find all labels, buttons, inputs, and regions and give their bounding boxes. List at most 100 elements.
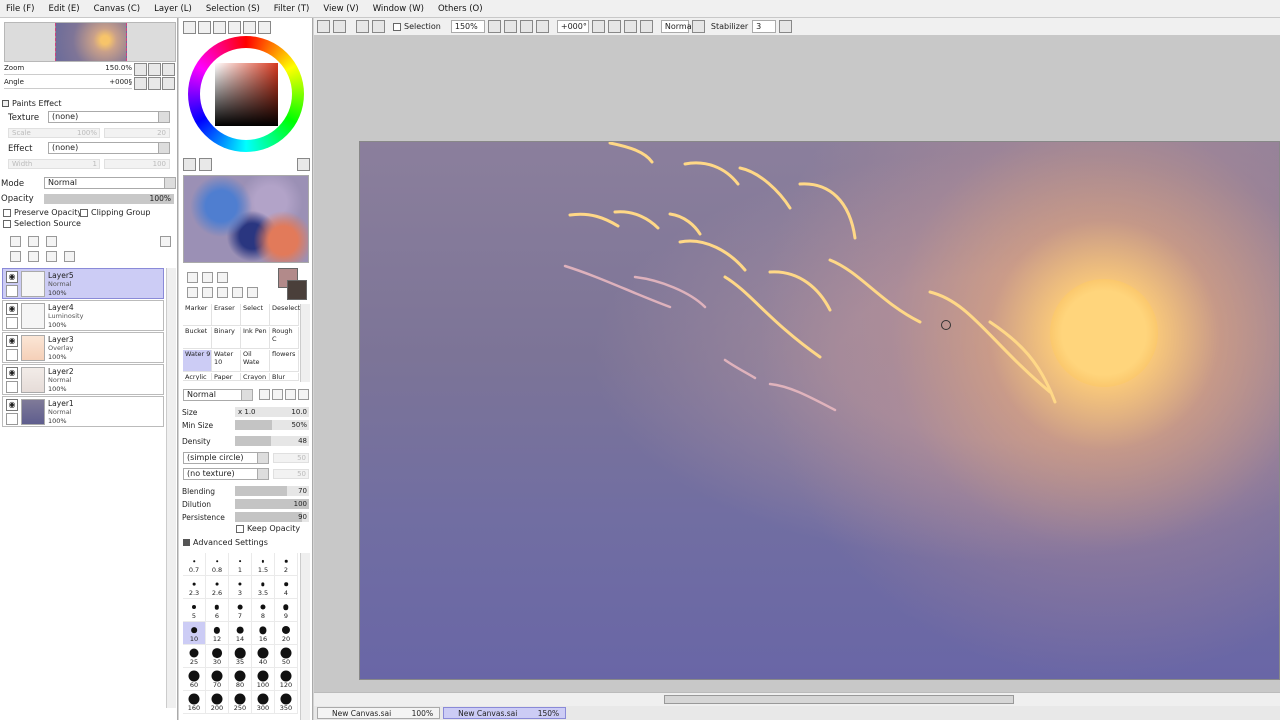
- brush-size-cell[interactable]: 1.5: [252, 553, 275, 576]
- brush-size-cell[interactable]: 20: [275, 622, 298, 645]
- lasso-icon[interactable]: [202, 272, 213, 283]
- menu-window[interactable]: Window (W): [373, 4, 424, 14]
- brush-size-cell[interactable]: 30: [206, 645, 229, 668]
- brush-size-cell[interactable]: 3.5: [252, 576, 275, 599]
- layer-row-1[interactable]: ◉ Layer1 Normal 100%: [2, 396, 164, 427]
- layer-options-icon[interactable]: [160, 236, 171, 247]
- brush-size-cell[interactable]: 35: [229, 645, 252, 668]
- lock-icon[interactable]: [6, 381, 18, 393]
- lock-icon[interactable]: [6, 317, 18, 329]
- lock-icon[interactable]: [6, 349, 18, 361]
- eye-icon[interactable]: ◉: [6, 335, 18, 347]
- menu-others[interactable]: Others (O): [438, 4, 483, 14]
- brush-size-cell[interactable]: 14: [229, 622, 252, 645]
- blend-dropdown-icon[interactable]: [691, 20, 705, 33]
- tab-new-canvas-2[interactable]: New Canvas.sai 150%: [443, 707, 567, 719]
- brush-size-cell[interactable]: 25: [183, 645, 206, 668]
- brush-oil-water[interactable]: Oil Wate: [241, 350, 270, 372]
- tab-new-canvas-1[interactable]: New Canvas.sai 100%: [317, 707, 441, 719]
- brush-eraser[interactable]: Eraser: [212, 304, 241, 326]
- brush-size-cell[interactable]: 120: [275, 668, 298, 691]
- deselect-icon[interactable]: [317, 20, 330, 33]
- brush-shape-soft-icon[interactable]: [259, 389, 270, 400]
- painting-canvas[interactable]: [359, 141, 1280, 680]
- eye-icon[interactable]: ◉: [6, 303, 18, 315]
- scratchpad-option-icon[interactable]: [199, 158, 212, 171]
- new-linework-layer-icon[interactable]: [28, 236, 39, 247]
- menu-edit[interactable]: Edit (E): [48, 4, 79, 14]
- brush-size-cell[interactable]: 0.8: [206, 553, 229, 576]
- rotate-right-button[interactable]: [148, 77, 161, 90]
- selection-source-checkbox[interactable]: Selection Source: [3, 219, 81, 228]
- menu-filter[interactable]: Filter (T): [274, 4, 310, 14]
- brush-size-cell[interactable]: 9: [275, 599, 298, 622]
- brush-size-cell[interactable]: 8: [252, 599, 275, 622]
- angle-slider[interactable]: Angle +000§: [4, 76, 132, 89]
- angle-dropdown-icon[interactable]: [591, 20, 605, 33]
- dilution-slider[interactable]: 100: [235, 499, 309, 509]
- brush-size-cell[interactable]: 7: [229, 599, 252, 622]
- selection-checkbox[interactable]: Selection: [393, 22, 441, 31]
- zoom-plus-icon[interactable]: [519, 20, 533, 33]
- merge-down-icon[interactable]: [28, 251, 39, 262]
- brush-marker[interactable]: Marker: [183, 304, 212, 326]
- rotate-cw-icon[interactable]: [623, 20, 637, 33]
- brush-size-cell[interactable]: 50: [275, 645, 298, 668]
- brush-size-cell[interactable]: 1: [229, 553, 252, 576]
- brush-size-cell[interactable]: 100: [252, 668, 275, 691]
- brush-select[interactable]: Select: [241, 304, 270, 326]
- rgb-slider-icon[interactable]: [198, 21, 211, 34]
- brush-shape-dropdown[interactable]: (simple circle): [183, 452, 269, 464]
- brush-size-cell[interactable]: 16: [252, 622, 275, 645]
- brush-binary[interactable]: Binary: [212, 327, 241, 349]
- brush-size-cell[interactable]: 200: [206, 691, 229, 714]
- brush-size-cell[interactable]: 350: [275, 691, 298, 714]
- menu-selection[interactable]: Selection (S): [206, 4, 260, 14]
- rotate-ccw-icon[interactable]: [607, 20, 621, 33]
- eye-icon[interactable]: ◉: [6, 271, 18, 283]
- lock-icon[interactable]: [6, 413, 18, 425]
- layer-row-2[interactable]: ◉ Layer2 Normal 100%: [2, 364, 164, 395]
- zoom-icon[interactable]: [202, 287, 213, 298]
- brush-size-cell[interactable]: 160: [183, 691, 206, 714]
- scratchpad-clear-icon[interactable]: [183, 158, 196, 171]
- brush-size-cell[interactable]: 60: [183, 668, 206, 691]
- brush-crayon[interactable]: Crayon: [241, 373, 270, 381]
- brush-size-cell[interactable]: 10: [183, 622, 206, 645]
- layer-row-5[interactable]: ◉ Layer5 Normal 100%: [2, 268, 164, 299]
- eye-icon[interactable]: ◉: [6, 399, 18, 411]
- brush-water-9[interactable]: Water 9: [183, 350, 212, 372]
- brush-rough[interactable]: Rough C: [270, 327, 299, 349]
- zoom-in-button[interactable]: [148, 63, 161, 76]
- stabilizer-field[interactable]: 3: [752, 20, 777, 33]
- brush-size-cell[interactable]: 4: [275, 576, 298, 599]
- magic-wand-icon[interactable]: [217, 272, 228, 283]
- scratchpad-menu-icon[interactable]: [297, 158, 310, 171]
- blend-mode-dropdown[interactable]: Normal: [183, 389, 253, 401]
- clear-layer-icon[interactable]: [46, 251, 57, 262]
- brush-flowers[interactable]: flowers: [270, 350, 299, 372]
- zoom-field[interactable]: 150%: [450, 20, 485, 33]
- brush-size-cell[interactable]: 2.3: [183, 576, 206, 599]
- zoom-reset-button[interactable]: [162, 63, 175, 76]
- brush-paper[interactable]: Paper: [212, 373, 241, 381]
- move-icon[interactable]: [187, 287, 198, 298]
- size-slider[interactable]: x 1.0 10.0: [235, 407, 309, 417]
- clipping-group-checkbox[interactable]: Clipping Group: [80, 208, 150, 217]
- hand-icon[interactable]: [232, 287, 243, 298]
- advanced-settings-toggle[interactable]: Advanced Settings: [183, 538, 268, 547]
- brush-ink-pen[interactable]: Ink Pen: [241, 327, 270, 349]
- stabilizer-dropdown-icon[interactable]: [779, 20, 793, 33]
- brush-size-cell[interactable]: 70: [206, 668, 229, 691]
- hsv-slider-icon[interactable]: [213, 21, 226, 34]
- menu-view[interactable]: View (V): [323, 4, 358, 14]
- menu-canvas[interactable]: Canvas (C): [94, 4, 140, 14]
- zoom-fit-icon[interactable]: [535, 20, 549, 33]
- texture-dropdown[interactable]: (none): [48, 111, 170, 123]
- menu-file[interactable]: File (F): [6, 4, 34, 14]
- preserve-opacity-checkbox[interactable]: Preserve Opacity: [3, 208, 82, 217]
- layer-mode-dropdown[interactable]: Normal: [44, 177, 176, 189]
- brush-bucket[interactable]: Bucket: [183, 327, 212, 349]
- eyedropper-icon[interactable]: [247, 287, 258, 298]
- brush-size-cell[interactable]: 250: [229, 691, 252, 714]
